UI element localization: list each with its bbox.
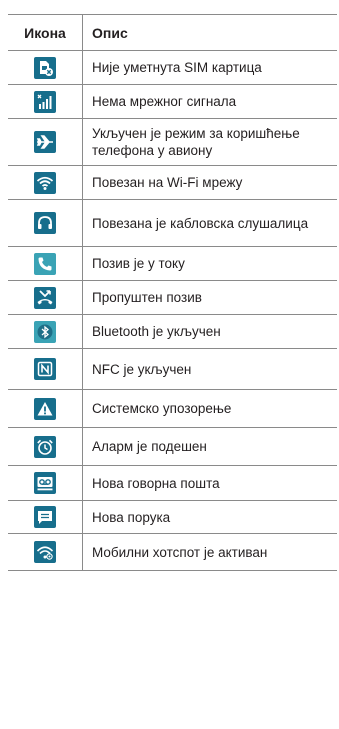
message-icon (34, 506, 56, 528)
hotspot-icon (34, 541, 56, 563)
row-description: Нова говорна пошта (92, 475, 220, 491)
table-row: Нова порука (8, 501, 337, 534)
status-icons-table: Икона Опис Није уметнута SIM картица Нем… (8, 14, 337, 571)
voicemail-icon (34, 472, 56, 494)
row-description: Повезан на Wi-Fi мрежу (92, 175, 243, 190)
table-row: Системско упозорење (8, 390, 337, 428)
table-row: Bluetooth је укључен (8, 315, 337, 349)
table-row: Позив је у току (8, 247, 337, 281)
headset-icon (34, 212, 56, 234)
row-description: Позив је у току (92, 256, 185, 271)
no-signal-icon (34, 90, 56, 113)
row-description: Системско упозорење (92, 401, 232, 416)
row-description: Мобилни хотспот је активан (92, 544, 268, 560)
table-row: Укључен је режим за коришћење телефона у… (8, 119, 337, 166)
row-description: Није уметнута SIM картица (92, 60, 262, 75)
row-description: Bluetooth је укључен (92, 324, 221, 339)
table-row: Пропуштен позив (8, 281, 337, 315)
call-icon (34, 252, 56, 275)
row-description: Нова порука (92, 509, 171, 525)
alarm-icon (34, 435, 56, 458)
table-row: NFC је укључен (8, 349, 337, 390)
header-icon-column: Икона (8, 15, 83, 50)
table-row: Није уметнута SIM картица (8, 51, 337, 85)
table-row: Нема мрежног сигнала (8, 85, 337, 119)
warning-icon (34, 397, 56, 420)
nfc-icon (34, 358, 56, 380)
row-description: Повезана је кабловска слушалица (92, 215, 309, 231)
missed-call-icon (34, 286, 56, 309)
header-description-column: Опис (92, 24, 128, 41)
row-description: Аларм је подешен (92, 439, 207, 454)
no-sim-icon (34, 56, 56, 79)
table-row: Мобилни хотспот је активан (8, 534, 337, 571)
row-description: NFC је укључен (92, 361, 192, 377)
bluetooth-icon (34, 320, 56, 343)
table-row: Повезана је кабловска слушалица (8, 200, 337, 247)
table-row: Нова говорна пошта (8, 466, 337, 501)
table-header: Икона Опис (8, 14, 337, 51)
wifi-icon (34, 171, 56, 194)
airplane-icon (34, 131, 56, 153)
table-row: Аларм је подешен (8, 428, 337, 466)
row-description: Нема мрежног сигнала (92, 94, 237, 109)
row-description: Укључен је режим за коришћење телефона у… (92, 126, 300, 158)
row-description: Пропуштен позив (92, 290, 202, 305)
table-row: Повезан на Wi-Fi мрежу (8, 166, 337, 200)
